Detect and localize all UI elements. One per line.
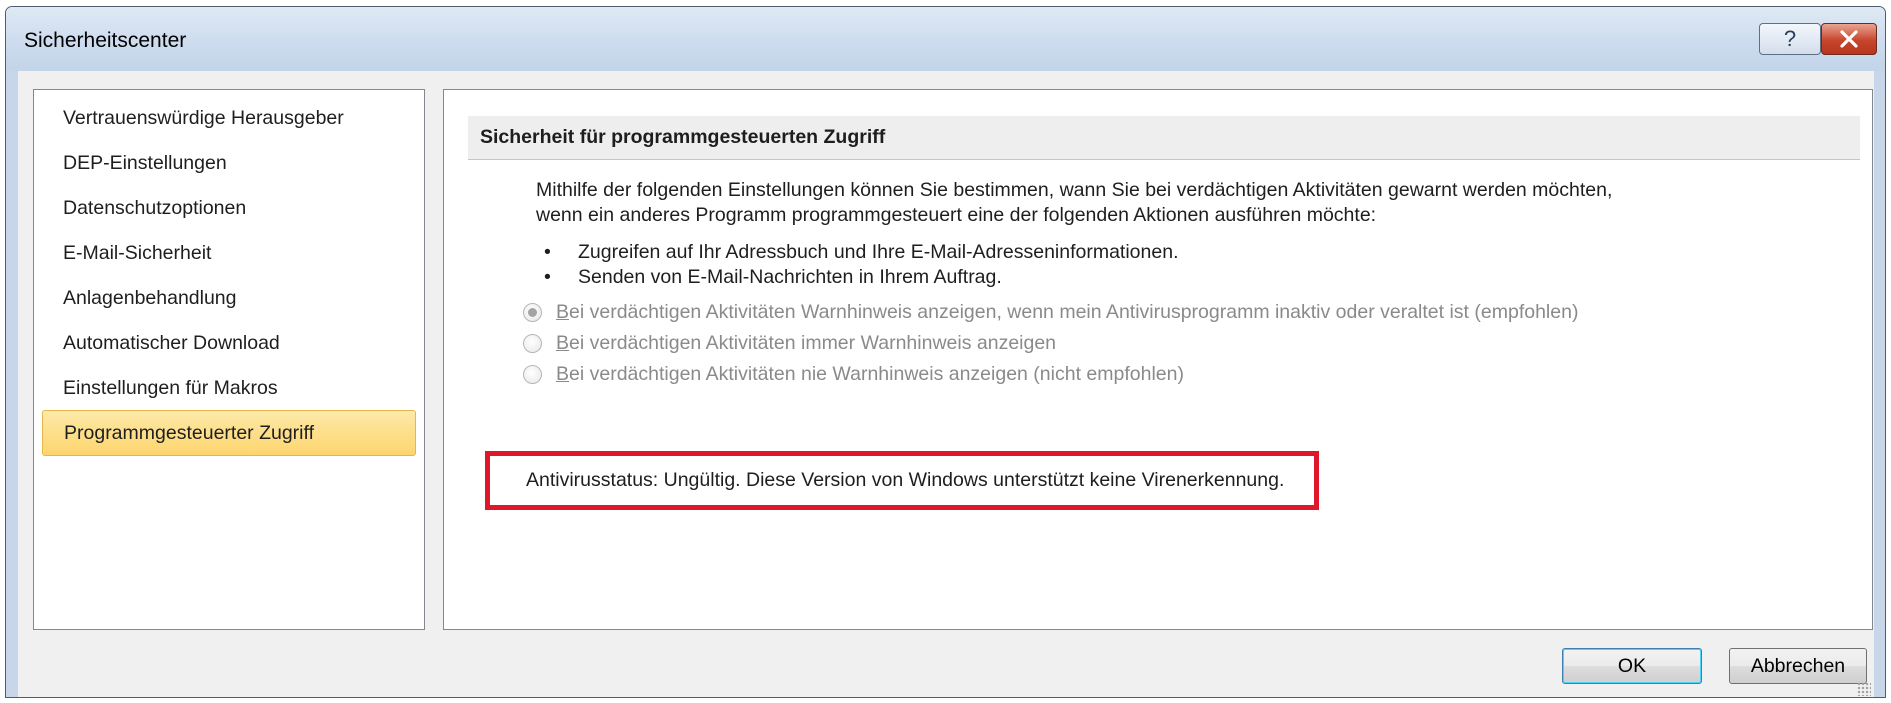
radio-button-icon[interactable] <box>523 364 542 384</box>
close-icon <box>1840 30 1858 48</box>
dialog-window: Sicherheitscenter ? Vertrauenswürdige He… <box>5 6 1886 698</box>
sidebar-item-dep-settings[interactable]: DEP-Einstellungen <box>42 140 416 186</box>
list-item-text: Zugreifen auf Ihr Adressbuch und Ihre E-… <box>578 241 1179 263</box>
section-title: Sicherheit für programmgesteuerten Zugri… <box>468 116 1860 160</box>
resize-grip-icon[interactable] <box>1857 682 1871 696</box>
help-button[interactable]: ? <box>1759 23 1821 55</box>
radio-always-warn[interactable]: Bei verdächtigen Aktivitäten immer Warnh… <box>523 328 1056 358</box>
sidebar-item-label: Vertrauenswürdige Herausgeber <box>63 106 344 129</box>
antivirus-status-highlight: Antivirusstatus: Ungültig. Diese Version… <box>485 451 1319 510</box>
list-item: • Zugreifen auf Ihr Adressbuch und Ihre … <box>536 240 1836 265</box>
sidebar-item-label: Einstellungen für Makros <box>63 376 278 399</box>
sidebar-item-programmatic-access[interactable]: Programmgesteuerter Zugriff <box>42 410 416 456</box>
settings-panel: Sicherheit für programmgesteuerten Zugri… <box>443 89 1873 630</box>
category-list: Vertrauenswürdige Herausgeber DEP-Einste… <box>33 89 425 630</box>
description-text: Mithilfe der folgenden Einstellungen kön… <box>536 178 1856 228</box>
radio-label: Bei verdächtigen Aktivitäten nie Warnhin… <box>556 362 1184 385</box>
sidebar-item-label: E-Mail-Sicherheit <box>63 241 212 264</box>
sidebar-item-email-security[interactable]: E-Mail-Sicherheit <box>42 230 416 276</box>
sidebar-item-label: Programmgesteuerter Zugriff <box>64 421 314 444</box>
sidebar-item-privacy-options[interactable]: Datenschutzoptionen <box>42 185 416 231</box>
list-item-text: Senden von E-Mail-Nachrichten in Ihrem A… <box>578 266 1002 288</box>
action-list: • Zugreifen auf Ihr Adressbuch und Ihre … <box>536 240 1836 290</box>
radio-label: Bei verdächtigen Aktivitäten immer Warnh… <box>556 331 1057 354</box>
radio-button-icon[interactable] <box>523 333 542 353</box>
bullet-icon: • <box>544 266 551 288</box>
sidebar-item-label: Automatischer Download <box>63 331 280 354</box>
dialog-client-area: Vertrauenswürdige Herausgeber DEP-Einste… <box>18 71 1874 697</box>
sidebar-item-trusted-publishers[interactable]: Vertrauenswürdige Herausgeber <box>42 95 416 141</box>
radio-selected-dot <box>528 307 537 317</box>
radio-warn-if-antivirus-inactive[interactable]: Bei verdächtigen Aktivitäten Warnhinweis… <box>523 297 1578 327</box>
sidebar-item-label: DEP-Einstellungen <box>63 151 227 174</box>
sidebar-item-automatic-download[interactable]: Automatischer Download <box>42 320 416 366</box>
ok-button[interactable]: OK <box>1562 648 1702 684</box>
list-item: • Senden von E-Mail-Nachrichten in Ihrem… <box>536 265 1836 290</box>
window-title: Sicherheitscenter <box>24 29 187 52</box>
help-icon: ? <box>1783 26 1797 51</box>
radio-never-warn[interactable]: Bei verdächtigen Aktivitäten nie Warnhin… <box>523 359 1184 389</box>
description-line: wenn ein anderes Programm programmgesteu… <box>536 204 1377 226</box>
description-line: Mithilfe der folgenden Einstellungen kön… <box>536 179 1613 201</box>
sidebar-item-label: Datenschutzoptionen <box>63 196 247 219</box>
radio-button-icon[interactable] <box>523 302 542 322</box>
title-bar[interactable]: Sicherheitscenter ? <box>6 7 1885 71</box>
antivirus-status-text: Antivirusstatus: Ungültig. Diese Version… <box>526 469 1285 491</box>
close-button[interactable] <box>1821 23 1877 55</box>
bullet-icon: • <box>544 241 551 263</box>
sidebar-item-label: Anlagenbehandlung <box>63 286 237 309</box>
sidebar-item-attachment-handling[interactable]: Anlagenbehandlung <box>42 275 416 321</box>
sidebar-item-macro-settings[interactable]: Einstellungen für Makros <box>42 365 416 411</box>
cancel-button[interactable]: Abbrechen <box>1729 648 1867 684</box>
radio-label: Bei verdächtigen Aktivitäten Warnhinweis… <box>556 300 1579 323</box>
